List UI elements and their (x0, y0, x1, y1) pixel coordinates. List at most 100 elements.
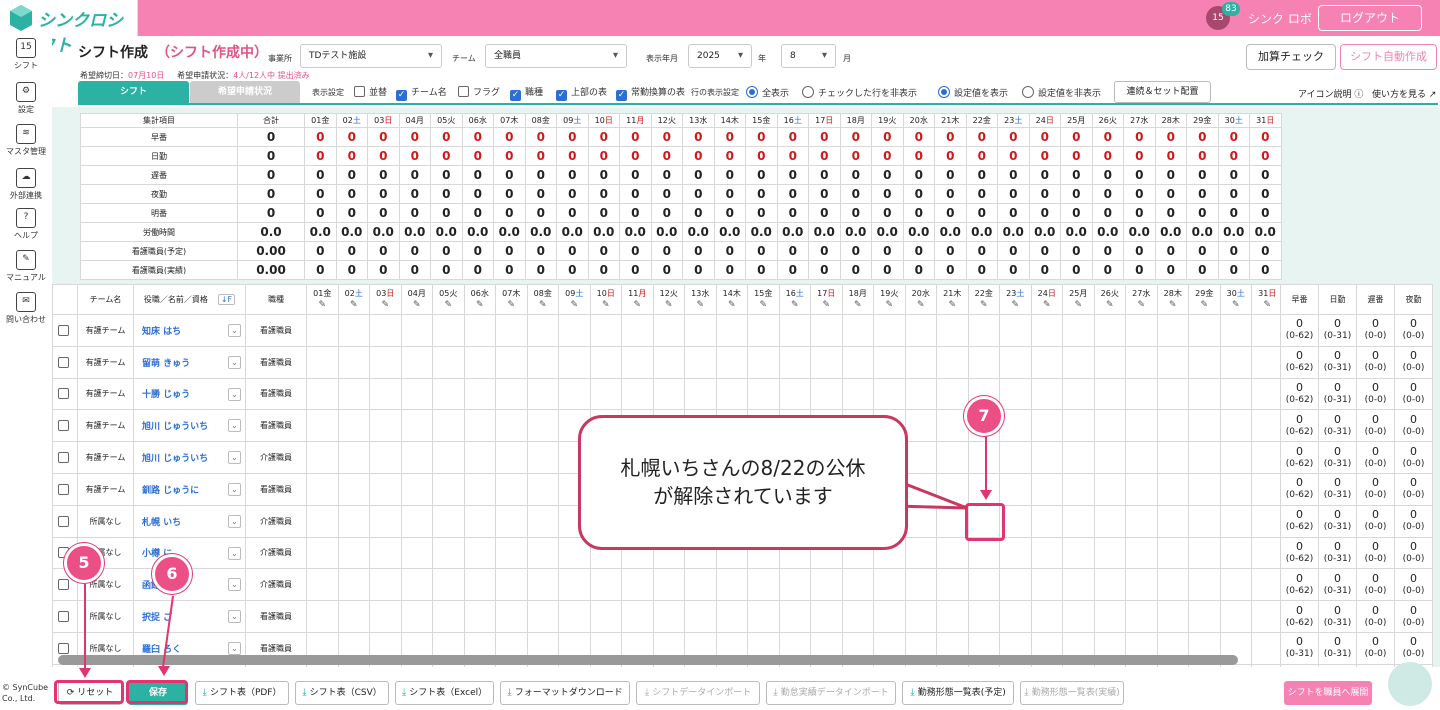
auto-create-button[interactable]: シフト自動作成 (1340, 44, 1437, 70)
export-button-0[interactable]: ⤓ シフト表（PDF） (195, 681, 289, 705)
shift-cell[interactable] (967, 314, 1000, 347)
chevron-down-icon[interactable]: ⌄ (228, 387, 241, 401)
shift-cell[interactable] (684, 377, 717, 411)
pencil-icon[interactable]: ✎ (791, 300, 799, 310)
shift-cell[interactable] (1125, 568, 1158, 602)
staff-name-text[interactable]: 知床 はち (142, 327, 181, 337)
shift-cell[interactable] (526, 377, 559, 411)
export-button-5[interactable]: ⤓ 勤怠実績データインポート (766, 681, 896, 705)
shift-cell[interactable] (337, 504, 370, 538)
shift-cell[interactable] (432, 536, 465, 570)
how-to-link[interactable]: 使い方を見る ↗ (1372, 87, 1436, 100)
shift-cell[interactable] (1030, 472, 1063, 506)
row-checkbox[interactable] (57, 324, 69, 336)
shift-cell[interactable] (1125, 504, 1158, 538)
shift-cell[interactable] (463, 377, 496, 411)
shift-cell[interactable] (684, 600, 717, 633)
shift-cell[interactable] (1062, 536, 1095, 570)
shift-cell[interactable] (1188, 472, 1221, 506)
shift-cell[interactable] (337, 345, 370, 379)
shift-cell[interactable] (1251, 504, 1284, 538)
team-select[interactable]: 全職員 (485, 44, 627, 68)
shift-cell[interactable] (463, 504, 496, 538)
shift-cell[interactable] (1093, 504, 1126, 538)
shift-cell[interactable] (463, 568, 496, 602)
shift-cell[interactable] (1188, 441, 1221, 474)
shift-cell[interactable] (306, 441, 339, 474)
shift-cell[interactable] (1062, 441, 1095, 474)
shift-cell[interactable] (526, 345, 559, 379)
radio-show-values[interactable]: 設定値を表示 (938, 86, 1008, 101)
shift-cell[interactable] (1156, 568, 1189, 602)
shift-cell[interactable] (463, 345, 496, 379)
shift-cell[interactable] (558, 314, 591, 347)
shift-cell[interactable] (1093, 314, 1126, 347)
export-button-4[interactable]: ⤓ シフトデータインポート (636, 681, 760, 705)
shift-cell[interactable] (1188, 345, 1221, 379)
shift-cell[interactable] (999, 409, 1032, 443)
row-checkbox[interactable] (57, 515, 69, 527)
shift-cell[interactable] (967, 345, 1000, 379)
export-button-3[interactable]: ⤓ フォーマットダウンロード (500, 681, 630, 705)
shift-cell[interactable] (369, 314, 402, 347)
shift-cell[interactable] (306, 409, 339, 443)
month-select[interactable]: 8 (781, 44, 836, 68)
display-option-4[interactable]: ✓ 上部の表 (556, 86, 607, 101)
shift-cell[interactable] (999, 536, 1032, 570)
shift-cell[interactable] (810, 600, 843, 633)
shift-cell[interactable] (1251, 345, 1284, 379)
facility-select[interactable]: TDテスト施設 (300, 44, 442, 68)
shift-cell[interactable] (841, 600, 874, 633)
shift-cell[interactable] (400, 314, 433, 347)
shift-cell[interactable] (1219, 568, 1252, 602)
shift-cell[interactable] (463, 409, 496, 443)
shift-cell[interactable] (495, 377, 528, 411)
year-select[interactable]: 2025 (688, 44, 752, 68)
shift-cell[interactable] (369, 377, 402, 411)
shift-cell[interactable] (337, 536, 370, 570)
shift-cell[interactable] (873, 314, 906, 347)
pencil-icon[interactable]: ✎ (1043, 300, 1051, 310)
shift-cell[interactable] (1125, 536, 1158, 570)
shift-cell[interactable] (495, 441, 528, 474)
shift-cell[interactable] (1219, 345, 1252, 379)
shift-cell[interactable] (999, 314, 1032, 347)
shift-cell[interactable] (999, 345, 1032, 379)
shift-cell[interactable] (841, 377, 874, 411)
pencil-icon[interactable]: ✎ (318, 300, 326, 310)
shift-cell[interactable] (715, 568, 748, 602)
shift-cell[interactable] (652, 314, 685, 347)
shift-cell[interactable] (967, 568, 1000, 602)
shift-cell[interactable] (810, 345, 843, 379)
shift-cell[interactable] (1062, 409, 1095, 443)
shift-cell[interactable] (1093, 441, 1126, 474)
shift-cell[interactable] (306, 377, 339, 411)
shift-cell[interactable] (715, 600, 748, 633)
shift-cell[interactable] (904, 536, 937, 570)
deploy-shift-button[interactable]: シフトを職員へ展開 (1284, 681, 1372, 705)
staff-name-text[interactable]: 旭川 じゅういち (142, 454, 208, 464)
sidebar-item-5[interactable]: ✎ マニュアル (0, 250, 52, 283)
shift-cell[interactable] (1251, 377, 1284, 411)
shift-cell[interactable] (495, 504, 528, 538)
shift-cell[interactable] (1219, 504, 1252, 538)
shift-cell[interactable] (432, 568, 465, 602)
shift-cell[interactable] (589, 600, 622, 633)
pencil-icon[interactable]: ✎ (1074, 300, 1082, 310)
pencil-icon[interactable]: ✎ (350, 300, 358, 310)
shift-cell[interactable] (747, 600, 780, 633)
shift-cell[interactable] (1188, 536, 1221, 570)
shift-cell[interactable] (621, 345, 654, 379)
shift-cell[interactable] (810, 377, 843, 411)
shift-cell[interactable] (652, 600, 685, 633)
shift-cell[interactable] (999, 600, 1032, 633)
shift-cell[interactable] (495, 472, 528, 506)
icon-help-link[interactable]: アイコン説明 ⓘ (1298, 87, 1363, 100)
shift-cell[interactable] (1188, 600, 1221, 633)
shift-cell[interactable] (1188, 568, 1221, 602)
shift-cell[interactable] (1219, 409, 1252, 443)
pencil-icon[interactable]: ✎ (1011, 300, 1019, 310)
tab-request-status[interactable]: 希望申請状況 (190, 81, 300, 103)
pencil-icon[interactable]: ✎ (885, 300, 893, 310)
shift-cell[interactable] (306, 536, 339, 570)
